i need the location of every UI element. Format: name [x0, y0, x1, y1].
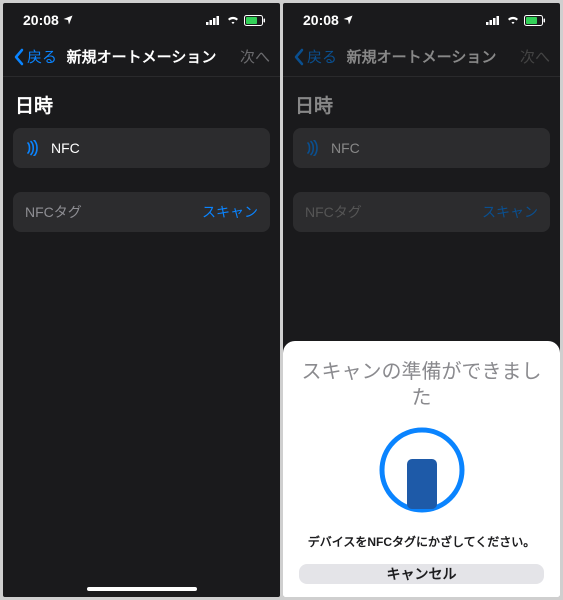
- nfc-label: NFC: [331, 140, 538, 156]
- section-header: 日時: [293, 85, 550, 128]
- scan-action[interactable]: スキャン: [202, 202, 258, 222]
- nfc-scan-sheet: スキャンの準備ができました デバイスをNFCタグにかざしてください。 キャンセル: [283, 341, 560, 597]
- nfc-icon: [25, 140, 41, 156]
- content: 日時 NFC NFCタグ スキャン: [3, 77, 280, 597]
- nav-title: 新規オートメーション: [347, 46, 497, 67]
- back-button[interactable]: 戻る: [13, 46, 63, 67]
- nfc-tag-label: NFCタグ: [25, 202, 202, 222]
- nfc-row[interactable]: NFC: [13, 128, 270, 168]
- back-label: 戻る: [307, 46, 337, 67]
- cancel-button[interactable]: キャンセル: [299, 564, 544, 584]
- nav-title: 新規オートメーション: [67, 46, 217, 67]
- location-icon: [343, 12, 353, 28]
- next-button: 次へ: [500, 46, 550, 67]
- section-header: 日時: [13, 85, 270, 128]
- status-time: 20:08: [23, 12, 59, 28]
- phone-right: 20:08 戻る 新規オートメーション 次へ 日時 NFC NFCタグ スキ: [283, 3, 560, 597]
- phone-left: 20:08 戻る 新規オートメーション 次へ 日時 NFC NFCタグ スキ: [3, 3, 280, 597]
- nfc-tag-label: NFCタグ: [305, 202, 482, 222]
- chevron-left-icon: [293, 48, 305, 66]
- status-bar: 20:08: [3, 3, 280, 37]
- status-bar: 20:08: [283, 3, 560, 37]
- home-indicator[interactable]: [87, 587, 197, 591]
- nfc-icon: [305, 140, 321, 156]
- location-icon: [63, 12, 73, 28]
- cancel-label: キャンセル: [387, 564, 457, 584]
- nfc-scan-graphic: [379, 427, 465, 513]
- nfc-tag-row[interactable]: NFCタグ スキャン: [13, 192, 270, 232]
- nav-bar: 戻る 新規オートメーション 次へ: [3, 37, 280, 77]
- scan-action: スキャン: [482, 202, 538, 222]
- back-button: 戻る: [293, 46, 343, 67]
- nfc-row: NFC: [293, 128, 550, 168]
- back-label: 戻る: [27, 46, 57, 67]
- sheet-message: デバイスをNFCタグにかざしてください。: [308, 533, 536, 550]
- nfc-tag-row: NFCタグ スキャン: [293, 192, 550, 232]
- sheet-title: スキャンの準備ができました: [299, 359, 544, 411]
- status-indicators: [206, 15, 266, 26]
- nfc-label: NFC: [51, 140, 258, 156]
- chevron-left-icon: [13, 48, 25, 66]
- next-button[interactable]: 次へ: [220, 46, 270, 67]
- status-indicators: [486, 15, 546, 26]
- status-time: 20:08: [303, 12, 339, 28]
- nav-bar: 戻る 新規オートメーション 次へ: [283, 37, 560, 77]
